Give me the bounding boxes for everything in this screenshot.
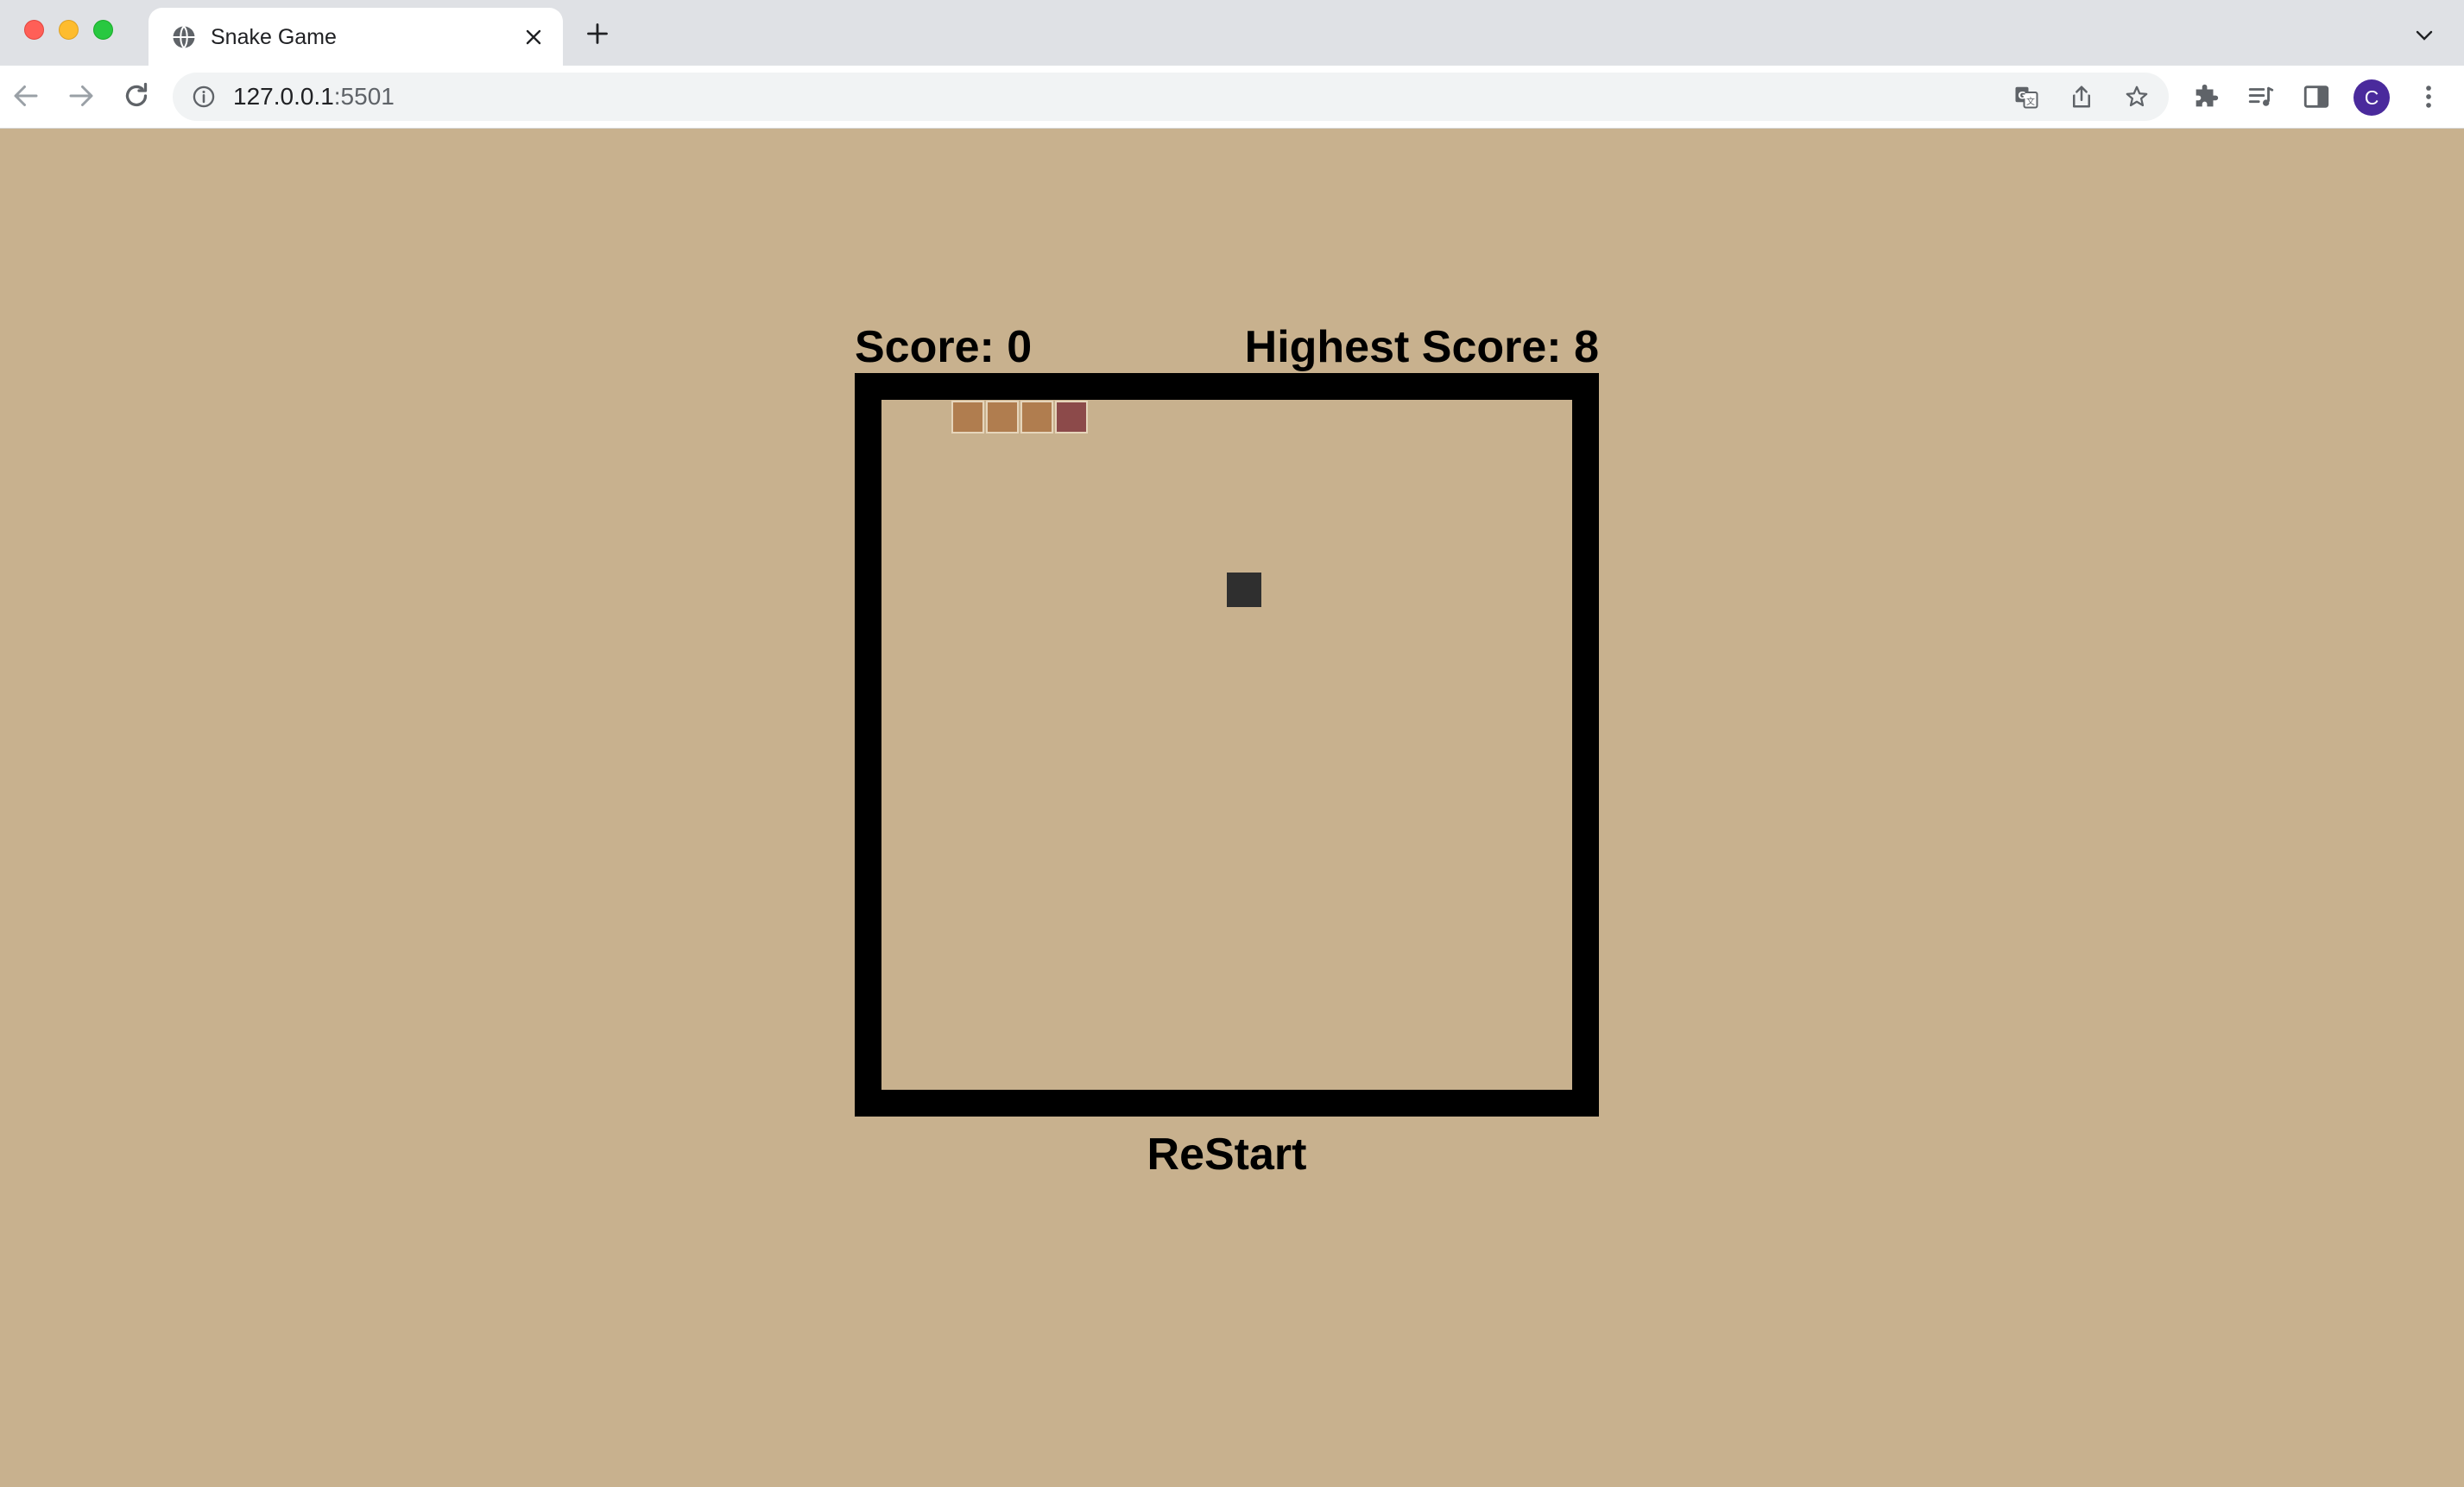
globe-icon (173, 25, 195, 49)
snake-body-segment (1020, 401, 1053, 433)
window-close-button[interactable] (24, 20, 44, 40)
forward-arrow-icon[interactable] (66, 80, 97, 111)
extensions-puzzle-icon[interactable] (2191, 82, 2221, 111)
reload-icon[interactable] (121, 80, 152, 111)
browser-toolbar: 127.0.0.1:5501 G 文 C (0, 66, 2464, 129)
svg-text:G: G (2018, 91, 2025, 102)
browser-tab[interactable]: Snake Game (148, 8, 563, 66)
url-text[interactable]: 127.0.0.1:5501 (233, 84, 395, 110)
tab-close-icon[interactable] (523, 27, 544, 47)
back-arrow-icon[interactable] (10, 80, 41, 111)
svg-text:文: 文 (2026, 96, 2035, 107)
bookmark-star-icon[interactable] (2124, 84, 2150, 110)
browser-menu-icon[interactable] (2414, 82, 2443, 111)
window-minimize-button[interactable] (59, 20, 79, 40)
snake-body-segment (951, 401, 984, 433)
site-info-icon[interactable] (192, 85, 216, 109)
profile-avatar[interactable]: C (2353, 79, 2390, 116)
game-board[interactable] (881, 400, 1572, 1090)
url-port: :5501 (333, 83, 395, 110)
window-zoom-button[interactable] (93, 20, 113, 40)
share-icon[interactable] (2069, 84, 2094, 110)
translate-icon[interactable]: G 文 (2013, 84, 2039, 110)
side-panel-icon[interactable] (2302, 82, 2331, 111)
snake-body-segment (986, 401, 1019, 433)
score-bar: Score: 0 Highest Score: 8 (855, 321, 1599, 373)
browser-tab-bar: Snake Game (0, 0, 2464, 66)
score-label: Score: 0 (855, 322, 1033, 372)
food-block (1227, 573, 1261, 607)
game-board-border (855, 373, 1599, 1117)
new-tab-icon[interactable] (585, 22, 610, 46)
address-bar[interactable]: 127.0.0.1:5501 G 文 (173, 73, 2169, 121)
tab-title: Snake Game (211, 25, 337, 49)
snake-head (1055, 401, 1088, 433)
media-controls-icon[interactable] (2246, 82, 2276, 111)
restart-button[interactable]: ReStart (855, 1129, 1599, 1180)
url-host: 127.0.0.1 (233, 83, 334, 110)
tab-search-chevron-icon[interactable] (2414, 25, 2435, 46)
highest-score-label: Highest Score: 8 (1244, 322, 1599, 372)
